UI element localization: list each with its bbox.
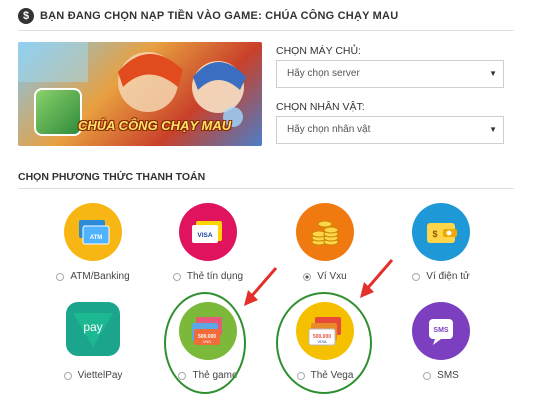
payment-label: Thẻ tín dụng	[186, 271, 244, 282]
payment-label: ATM/Banking	[70, 271, 130, 282]
payment-method-ewallet[interactable]: $ Ví điện tử	[386, 203, 496, 299]
radio-vxu[interactable]	[303, 272, 312, 281]
radio-atm[interactable]	[56, 272, 65, 281]
header-title: BẠN ĐANG CHỌN NẠP TIỀN VÀO GAME: CHÚA CÔ…	[40, 10, 399, 22]
character-select-value: Hãy chọn nhân vật	[287, 124, 371, 135]
payment-method-atm[interactable]: ATM ATM/Banking	[38, 203, 148, 299]
dollar-icon: $	[18, 8, 34, 24]
coins-icon	[296, 203, 354, 261]
visa-text: VISA	[197, 232, 212, 239]
divider	[18, 188, 514, 189]
wallet-icon: $	[412, 203, 470, 261]
payment-method-viettelpay[interactable]: pay ViettelPay	[38, 302, 148, 398]
page-header: $ BẠN ĐANG CHỌN NẠP TIỀN VÀO GAME: CHÚA …	[18, 8, 398, 24]
game-logo	[34, 88, 82, 136]
payment-label: Ví Vxu	[317, 271, 347, 282]
atm-card-icon: ATM	[64, 203, 122, 261]
radio-sms[interactable]	[423, 371, 432, 380]
payment-label: SMS	[437, 370, 459, 381]
payment-label: Ví điện tử	[426, 271, 470, 282]
server-select[interactable]: Hãy chọn server ▼	[276, 60, 504, 88]
divider	[18, 30, 514, 31]
visa-card-icon: VISA	[179, 203, 237, 261]
game-banner: CHÚA CÔNG CHẠY MAU	[18, 42, 262, 146]
viettelpay-text: pay	[83, 320, 102, 334]
svg-text:$: $	[432, 229, 437, 239]
dropdown-arrow-icon: ▼	[489, 125, 497, 134]
red-arrow-icon	[360, 259, 394, 298]
server-select-value: Hãy chọn server	[287, 68, 360, 79]
highlight-ring-vega-card	[276, 292, 372, 394]
sms-text: SMS	[433, 327, 449, 334]
payment-method-sms[interactable]: SMS SMS	[386, 302, 496, 398]
dropdown-arrow-icon: ▼	[489, 69, 497, 78]
banner-title: CHÚA CÔNG CHẠY MAU	[78, 118, 232, 133]
payment-label: ViettelPay	[77, 370, 123, 381]
radio-ewallet[interactable]	[412, 272, 421, 281]
sms-icon: SMS	[412, 302, 470, 360]
red-arrow-icon	[244, 267, 278, 306]
character-select[interactable]: Hãy chọn nhân vật ▼	[276, 116, 504, 144]
server-label: CHỌN MÁY CHỦ:	[276, 45, 361, 57]
viettelpay-icon: pay	[66, 302, 120, 356]
atm-text: ATM	[90, 235, 103, 241]
radio-viettelpay[interactable]	[63, 371, 72, 380]
character-label: CHỌN NHÂN VẬT:	[276, 101, 365, 113]
payment-section-title: CHỌN PHƯƠNG THỨC THANH TOÁN	[18, 171, 206, 183]
highlight-ring-game-card	[164, 292, 246, 394]
radio-credit-card[interactable]	[172, 272, 181, 281]
